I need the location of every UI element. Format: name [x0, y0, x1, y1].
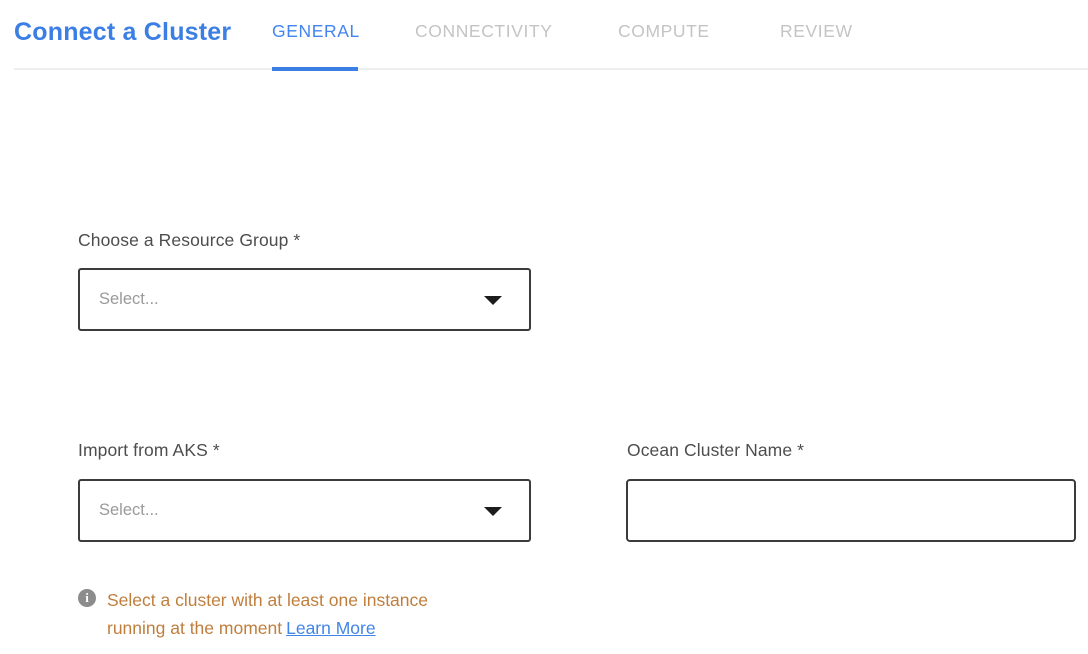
chevron-down-icon — [484, 296, 502, 305]
tab-compute[interactable]: COMPUTE — [618, 21, 710, 42]
learn-more-link[interactable]: Learn More — [286, 618, 376, 638]
active-tab-underline — [272, 67, 358, 71]
connect-cluster-wizard: Connect a Cluster GENERAL CONNECTIVITY C… — [0, 0, 1088, 654]
info-message-text: Select a cluster with at least one insta… — [107, 586, 469, 642]
header-divider — [14, 68, 1088, 70]
page-title: Connect a Cluster — [14, 18, 231, 47]
import-aks-select-placeholder: Select... — [99, 501, 159, 520]
resource-group-select[interactable]: Select... — [78, 268, 531, 331]
import-aks-label: Import from AKS * — [78, 440, 220, 461]
wizard-header: Connect a Cluster GENERAL CONNECTIVITY C… — [0, 0, 1088, 70]
chevron-down-icon — [484, 507, 502, 516]
info-icon: i — [78, 589, 96, 607]
cluster-info-message: i Select a cluster with at least one ins… — [78, 586, 478, 642]
resource-group-select-placeholder: Select... — [99, 290, 159, 309]
info-message-body: Select a cluster with at least one insta… — [107, 590, 428, 638]
resource-group-label: Choose a Resource Group * — [78, 230, 300, 251]
ocean-cluster-name-input[interactable] — [626, 479, 1076, 542]
tab-general[interactable]: GENERAL — [272, 21, 360, 42]
import-aks-select[interactable]: Select... — [78, 479, 531, 542]
tab-connectivity[interactable]: CONNECTIVITY — [415, 21, 552, 42]
tab-review[interactable]: REVIEW — [780, 21, 853, 42]
ocean-cluster-name-label: Ocean Cluster Name * — [627, 440, 804, 461]
